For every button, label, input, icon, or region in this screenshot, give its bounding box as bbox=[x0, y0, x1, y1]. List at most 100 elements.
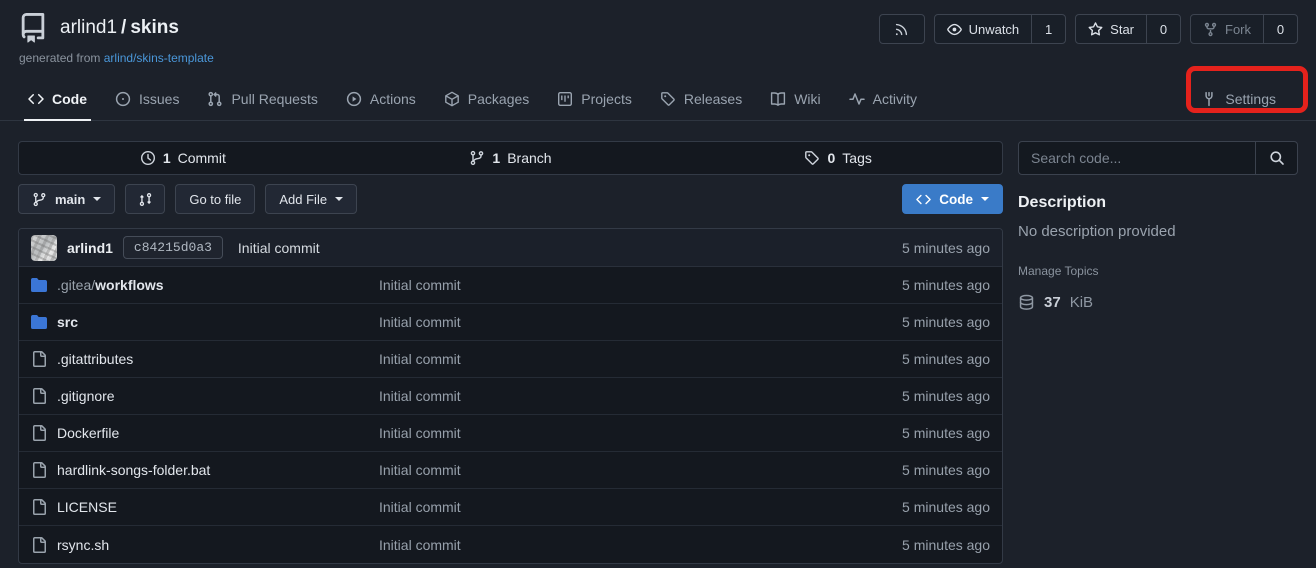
tab-code[interactable]: Code bbox=[14, 77, 101, 120]
tag-icon bbox=[804, 150, 820, 166]
repo-separator: / bbox=[121, 17, 126, 38]
commit-count: 1 bbox=[163, 150, 171, 166]
branches-link[interactable]: 1 Branch bbox=[347, 142, 675, 174]
commit-message-link[interactable]: Initial commit bbox=[379, 314, 461, 330]
file-icon bbox=[31, 537, 47, 553]
tags-link[interactable]: 0 Tags bbox=[674, 142, 1002, 174]
package-icon bbox=[444, 91, 460, 107]
star-button[interactable]: Star bbox=[1076, 15, 1146, 43]
tab-projects[interactable]: Projects bbox=[543, 77, 646, 120]
unwatch-button[interactable]: Unwatch bbox=[935, 15, 1032, 43]
commit-time: 5 minutes ago bbox=[902, 240, 990, 256]
tab-activity[interactable]: Activity bbox=[835, 77, 931, 120]
repo-sidebar: Description No description provided Mana… bbox=[1018, 141, 1298, 564]
issue-icon bbox=[115, 91, 131, 107]
folder-icon bbox=[31, 314, 47, 330]
branch-icon bbox=[32, 192, 47, 207]
search-input[interactable] bbox=[1019, 142, 1255, 174]
file-name: LICENSE bbox=[57, 499, 117, 515]
chevron-down-icon bbox=[93, 197, 101, 205]
avatar[interactable] bbox=[31, 235, 57, 261]
tag-icon bbox=[660, 91, 676, 107]
tab-label: Pull Requests bbox=[231, 91, 317, 107]
play-circle-icon bbox=[346, 91, 362, 107]
code-download-button[interactable]: Code bbox=[902, 184, 1003, 214]
commits-link[interactable]: 1 Commit bbox=[19, 142, 347, 174]
tab-settings[interactable]: Settings bbox=[1187, 77, 1290, 120]
file-name: Dockerfile bbox=[57, 425, 119, 441]
file-link[interactable]: Dockerfile bbox=[57, 425, 119, 441]
code-icon bbox=[28, 91, 44, 107]
file-link[interactable]: hardlink-songs-folder.bat bbox=[57, 462, 210, 478]
manage-topics-link[interactable]: Manage Topics bbox=[1018, 264, 1298, 278]
repo-toolbar: main Go to file Add File Code bbox=[18, 184, 1003, 214]
star-icon bbox=[1088, 22, 1103, 37]
file-link[interactable]: .gitattributes bbox=[57, 351, 133, 367]
file-name: src bbox=[57, 314, 78, 330]
commit-message-link[interactable]: Initial commit bbox=[379, 537, 461, 553]
commit-author-link[interactable]: arlind1 bbox=[67, 240, 113, 256]
file-link[interactable]: .gitea/workflows bbox=[57, 277, 164, 293]
stars-count[interactable]: 0 bbox=[1146, 15, 1180, 43]
fork-button[interactable]: Fork bbox=[1191, 15, 1263, 43]
repo-name-link[interactable]: skins bbox=[130, 17, 179, 38]
file-row: LICENSE Initial commit 5 minutes ago bbox=[19, 489, 1002, 526]
commit-message-link[interactable]: Initial commit bbox=[379, 462, 461, 478]
watchers-count[interactable]: 1 bbox=[1031, 15, 1065, 43]
file-row: rsync.shInitial commit5 minutes ago bbox=[19, 526, 1002, 563]
current-branch: main bbox=[55, 192, 85, 207]
rss-button[interactable] bbox=[879, 14, 925, 44]
repo-owner-link[interactable]: arlind1 bbox=[60, 17, 117, 38]
repo-size-value: 37 bbox=[1044, 294, 1061, 311]
fork-label: Fork bbox=[1225, 22, 1251, 37]
file-name: .gitattributes bbox=[57, 351, 133, 367]
file-link[interactable]: src bbox=[57, 314, 78, 330]
go-to-file-button[interactable]: Go to file bbox=[175, 184, 255, 214]
tab-pull-requests[interactable]: Pull Requests bbox=[193, 77, 331, 120]
compare-button[interactable] bbox=[125, 184, 165, 214]
branch-icon bbox=[469, 150, 485, 166]
code-search bbox=[1018, 141, 1298, 175]
template-repo-link[interactable]: arlind/skins-template bbox=[104, 51, 214, 65]
tab-label: Settings bbox=[1225, 91, 1276, 107]
tab-label: Activity bbox=[873, 91, 917, 107]
git-compare-icon bbox=[138, 192, 153, 207]
branch-selector[interactable]: main bbox=[18, 184, 115, 214]
tab-wiki[interactable]: Wiki bbox=[756, 77, 834, 120]
commit-hash-link[interactable]: c84215d0a3 bbox=[123, 236, 223, 259]
file-time: 5 minutes ago bbox=[902, 351, 990, 367]
fork-icon bbox=[1203, 22, 1218, 37]
file-list: .gitea/workflows Initial commit 5 minutes … bbox=[19, 267, 1002, 563]
file-link[interactable]: rsync.sh bbox=[57, 537, 109, 553]
search-icon bbox=[1269, 150, 1285, 166]
commit-message-link[interactable]: Initial commit bbox=[379, 388, 461, 404]
file-link[interactable]: .gitignore bbox=[57, 388, 115, 404]
description-text: No description provided bbox=[1018, 223, 1298, 240]
code-button-label: Code bbox=[939, 192, 973, 207]
file-icon bbox=[31, 351, 47, 367]
branch-label: Branch bbox=[507, 150, 551, 166]
file-row: .gitattributes Initial commit 5 minutes ag… bbox=[19, 341, 1002, 378]
file-time: 5 minutes ago bbox=[902, 499, 990, 515]
generated-from-label: generated from bbox=[19, 51, 100, 65]
file-row: DockerfileInitial commit5 minutes ago bbox=[19, 415, 1002, 452]
watch-button-group: Unwatch 1 bbox=[934, 14, 1067, 44]
tab-issues[interactable]: Issues bbox=[101, 77, 193, 120]
tab-actions[interactable]: Actions bbox=[332, 77, 430, 120]
file-name: .gitignore bbox=[57, 388, 115, 404]
add-file-button[interactable]: Add File bbox=[265, 184, 357, 214]
commit-message-link[interactable]: Initial commit bbox=[379, 351, 461, 367]
forks-count[interactable]: 0 bbox=[1263, 15, 1297, 43]
tag-count: 0 bbox=[827, 150, 835, 166]
search-button[interactable] bbox=[1255, 142, 1297, 174]
page-title: arlind1/skins bbox=[60, 17, 179, 39]
commit-message-link[interactable]: Initial commit bbox=[379, 277, 461, 293]
tab-releases[interactable]: Releases bbox=[646, 77, 756, 120]
commit-message-link[interactable]: Initial commit bbox=[379, 499, 461, 515]
commit-message-link[interactable]: Initial commit bbox=[238, 240, 320, 256]
file-link[interactable]: LICENSE bbox=[57, 499, 117, 515]
fork-button-group: Fork 0 bbox=[1190, 14, 1298, 44]
commit-message-link[interactable]: Initial commit bbox=[379, 425, 461, 441]
file-row: hardlink-songs-folder.batInitial commit5… bbox=[19, 452, 1002, 489]
tab-packages[interactable]: Packages bbox=[430, 77, 543, 120]
